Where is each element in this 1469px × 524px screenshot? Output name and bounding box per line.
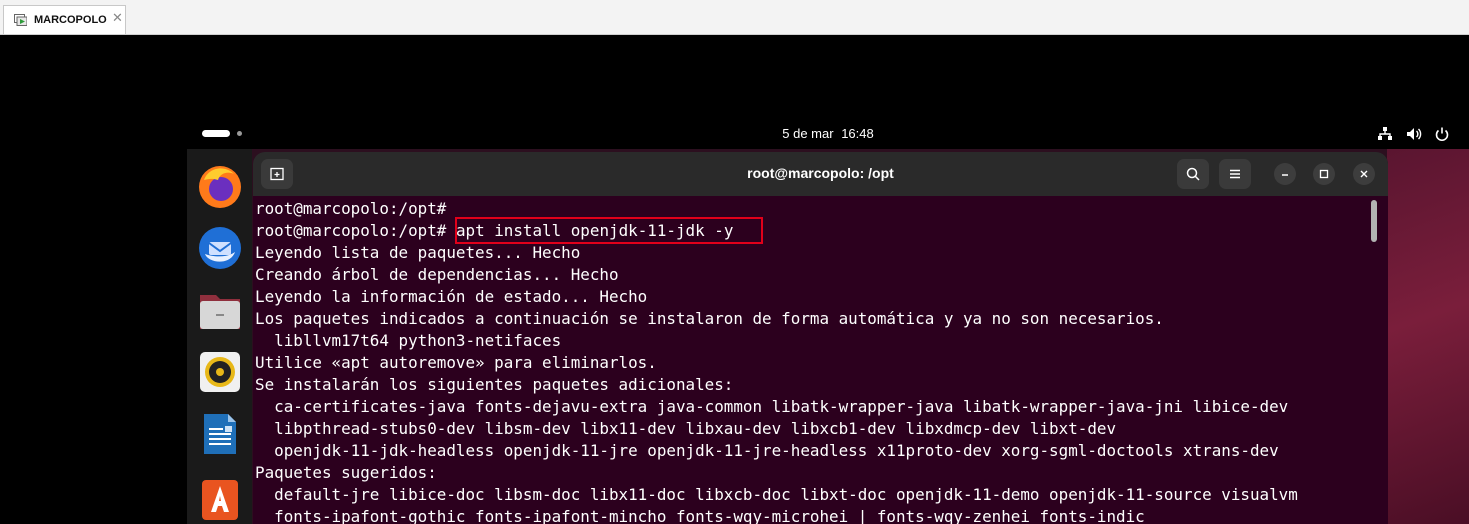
- dock: [187, 149, 252, 524]
- close-icon: [1360, 170, 1368, 178]
- terminal-line: default-jre libice-doc libsm-doc libx11-…: [255, 485, 1298, 504]
- network-icon[interactable]: [1377, 126, 1393, 142]
- close-icon[interactable]: ✕: [112, 11, 123, 26]
- vm-icon: [14, 14, 27, 26]
- app-center-icon[interactable]: [196, 472, 244, 520]
- terminal-line: Los paquetes indicados a continuación se…: [255, 309, 1164, 328]
- firefox-icon[interactable]: [196, 162, 244, 210]
- vm-tab-title: MARCOPOLO: [34, 14, 107, 26]
- terminal-line: libllvm17t64 python3-netifaces: [255, 331, 562, 350]
- clock-time: 16:48: [841, 126, 874, 141]
- hamburger-menu-icon: [1230, 169, 1240, 179]
- terminal-line: ca-certificates-java fonts-dejavu-extra …: [255, 397, 1289, 416]
- menu-button[interactable]: [1219, 159, 1251, 189]
- terminal-window[interactable]: root@marcopolo: /opt root@marcopolo:/opt…: [253, 152, 1388, 524]
- files-icon[interactable]: [196, 286, 244, 334]
- thunderbird-icon[interactable]: [196, 224, 244, 272]
- terminal-scrollbar[interactable]: [1371, 200, 1377, 242]
- writer-icon[interactable]: [196, 410, 244, 458]
- command-highlight-box: [455, 217, 763, 244]
- terminal-prompt: root@marcopolo:/opt#: [255, 221, 447, 240]
- terminal-output[interactable]: root@marcopolo:/opt# root@marcopolo:/opt…: [253, 198, 1373, 524]
- terminal-title: root@marcopolo: /opt: [747, 165, 894, 181]
- minimize-icon: [1282, 174, 1288, 176]
- terminal-header-bar[interactable]: root@marcopolo: /opt: [253, 152, 1388, 196]
- rhythmbox-icon[interactable]: [196, 348, 244, 396]
- terminal-line: fonts-ipafont-gothic fonts-ipafont-minch…: [255, 507, 1145, 524]
- terminal-line: Leyendo lista de paquetes... Hecho: [255, 243, 581, 262]
- terminal-line: Creando árbol de dependencias... Hecho: [255, 265, 619, 284]
- maximize-icon: [1319, 169, 1329, 179]
- host-tab-bar: MARCOPOLO ✕: [0, 0, 1469, 35]
- volume-icon[interactable]: [1406, 126, 1422, 142]
- terminal-line: Utilice «apt autoremove» para eliminarlo…: [255, 353, 657, 372]
- maximize-button[interactable]: [1313, 163, 1335, 185]
- close-button[interactable]: [1353, 163, 1375, 185]
- search-button[interactable]: [1177, 159, 1209, 189]
- terminal-line: openjdk-11-jdk-headless openjdk-11-jre o…: [255, 441, 1279, 460]
- top-bar: 5 de mar 16:48: [187, 119, 1469, 149]
- terminal-line: Se instalarán los siguientes paquetes ad…: [255, 375, 734, 394]
- wallpaper: [1387, 149, 1469, 524]
- clock-date: 5 de mar: [782, 126, 834, 141]
- terminal-line: Paquetes sugeridos:: [255, 463, 437, 482]
- minimize-button[interactable]: [1274, 163, 1296, 185]
- power-icon[interactable]: [1434, 126, 1450, 142]
- terminal-line: libpthread-stubs0-dev libsm-dev libx11-d…: [255, 419, 1117, 438]
- search-icon: [1186, 167, 1200, 181]
- terminal-line: Leyendo la información de estado... Hech…: [255, 287, 648, 306]
- clock[interactable]: 5 de mar 16:48: [187, 126, 1469, 141]
- vm-tab[interactable]: MARCOPOLO ✕: [3, 5, 126, 34]
- terminal-line: root@marcopolo:/opt#: [255, 199, 447, 218]
- guest-desktop: 5 de mar 16:48 root@marcopolo: /opt root…: [187, 119, 1469, 524]
